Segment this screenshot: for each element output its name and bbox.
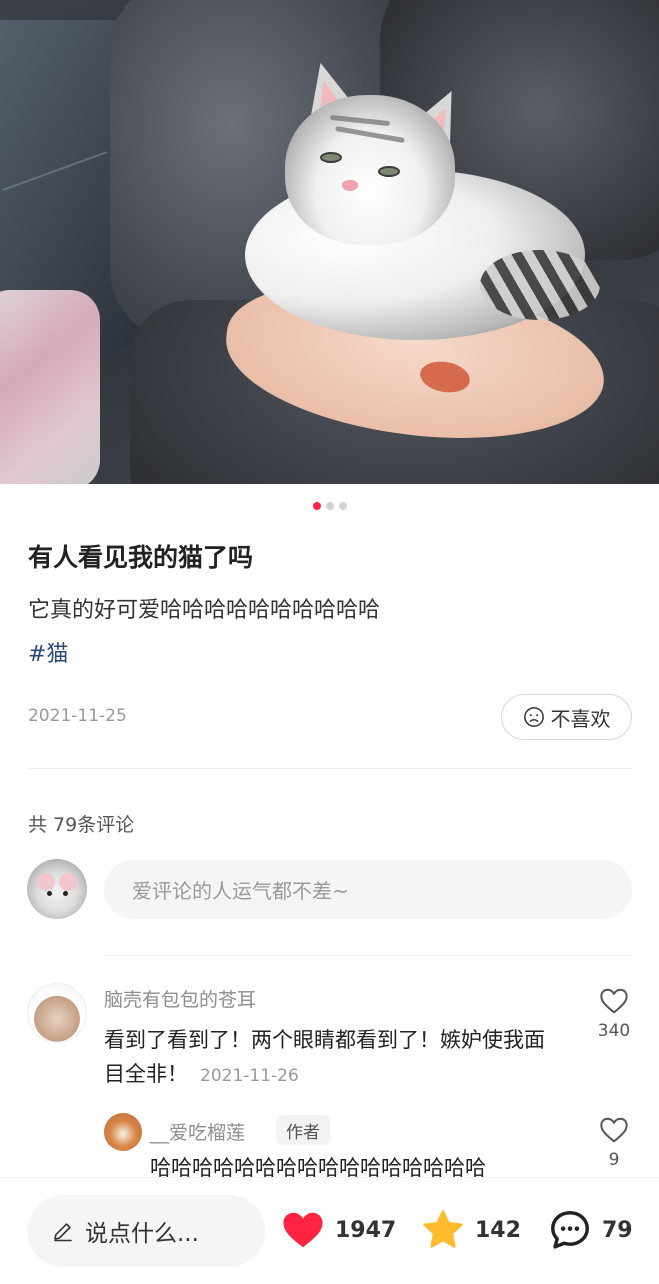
comment-like-count: 340 <box>597 1021 631 1041</box>
say-something-label: 说点什么... <box>85 1221 199 1247</box>
favorite-count: 142 <box>475 1217 521 1243</box>
post-title: 有人看见我的猫了吗 <box>28 543 254 572</box>
comment-text: 看到了看到了！两个眼睛都看到了！嫉妒使我面目全非！ 2021-11-26 <box>104 1028 545 1086</box>
like-button[interactable]: 1947 <box>279 1204 396 1256</box>
image-pagination-dots <box>0 502 659 510</box>
reply-avatar[interactable] <box>104 1113 142 1151</box>
post-image[interactable] <box>0 0 659 484</box>
comment-date: 2021-11-26 <box>200 1066 299 1086</box>
author-badge: 作者 <box>276 1115 330 1145</box>
pencil-icon <box>54 1223 72 1242</box>
like-count: 1947 <box>335 1217 397 1243</box>
sad-face-icon <box>523 707 544 727</box>
divider <box>104 955 632 956</box>
dislike-label: 不喜欢 <box>550 706 611 731</box>
divider <box>28 768 632 769</box>
dislike-button[interactable]: 不喜欢 <box>501 694 632 740</box>
comment-input[interactable]: 爱评论的人运气都不差~ <box>104 860 632 919</box>
pagination-dot <box>325 502 334 510</box>
star-icon <box>423 1210 463 1248</box>
pagination-dot <box>338 502 347 510</box>
hashtag-link[interactable]: #猫 <box>28 636 68 668</box>
heart-outline-icon <box>600 1117 628 1143</box>
heart-outline-icon <box>600 988 628 1014</box>
pagination-dot <box>312 502 321 510</box>
post-description: 它真的好可爱哈哈哈哈哈哈哈哈哈哈 <box>28 598 381 623</box>
comment-like-button[interactable]: 340 <box>589 985 639 1041</box>
reply-like-count: 9 <box>608 1150 620 1170</box>
heart-icon <box>283 1212 323 1248</box>
comment-username[interactable]: 脑壳有包包的苍耳 <box>104 985 256 1012</box>
kitten-head <box>285 95 455 245</box>
favorite-button[interactable]: 142 <box>419 1204 521 1256</box>
say-something-button[interactable]: 说点什么... <box>27 1195 265 1267</box>
comment-count: 共 79条评论 <box>28 814 135 836</box>
comment-button[interactable]: 79 <box>546 1204 633 1256</box>
bottom-action-bar: 说点什么... 1947 142 79 <box>0 1177 659 1284</box>
reply-like-button[interactable]: 9 <box>589 1114 639 1170</box>
reply-username[interactable]: __爱吃榴莲 <box>150 1118 245 1145</box>
plastic-bag <box>0 290 100 484</box>
comment-bubble-icon <box>551 1211 589 1249</box>
avatar[interactable] <box>27 983 87 1043</box>
post-date: 2021-11-25 <box>28 706 127 726</box>
comment-count-bottom: 79 <box>602 1217 633 1243</box>
my-avatar <box>27 859 87 919</box>
